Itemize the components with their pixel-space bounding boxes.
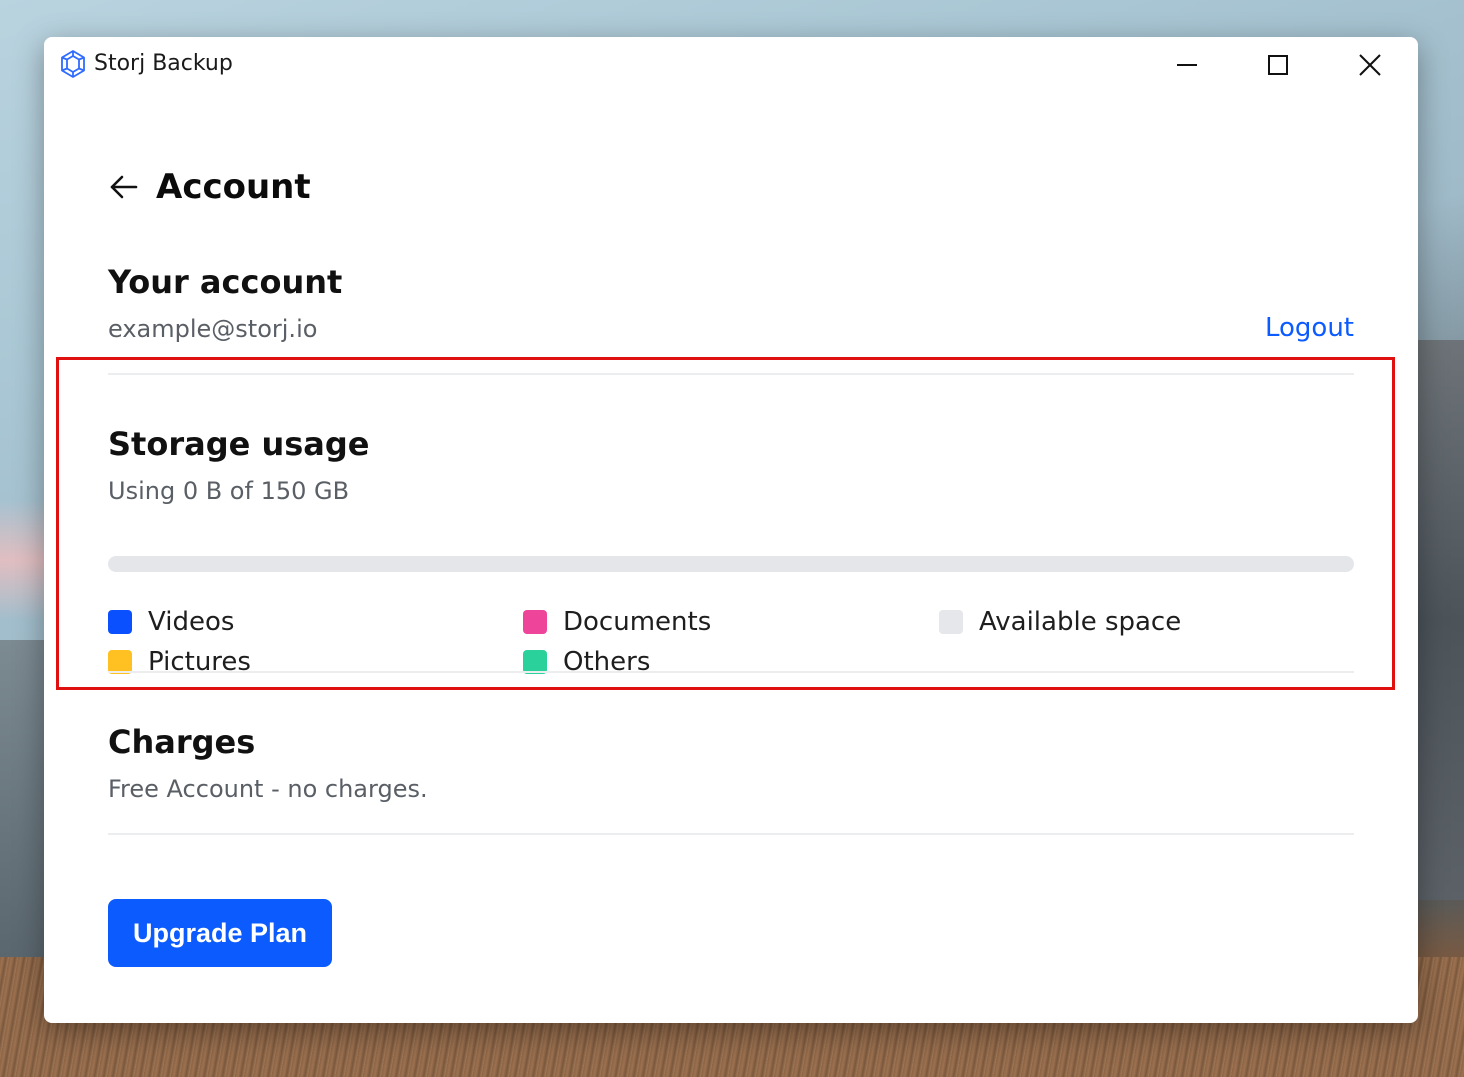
divider-charges bbox=[108, 833, 1354, 835]
legend-label-videos: Videos bbox=[148, 607, 235, 637]
storj-logo-icon bbox=[61, 50, 85, 78]
close-button[interactable] bbox=[1324, 37, 1416, 93]
legend-item-available-space: Available space bbox=[939, 607, 1181, 637]
your-account-title: Your account bbox=[108, 263, 343, 301]
upgrade-plan-button[interactable]: Upgrade Plan bbox=[108, 899, 332, 967]
account-email: example@storj.io bbox=[108, 315, 318, 343]
legend-swatch-available-space bbox=[939, 610, 963, 634]
storage-usage-text: Using 0 B of 150 GB bbox=[108, 477, 350, 505]
legend-label-documents: Documents bbox=[563, 607, 712, 637]
app-window: Storj Backup Account Your account exampl… bbox=[44, 37, 1418, 1023]
title-bar[interactable]: Storj Backup bbox=[44, 37, 1418, 97]
logout-link[interactable]: Logout bbox=[1265, 313, 1354, 343]
charges-title: Charges bbox=[108, 723, 256, 761]
legend-label-available-space: Available space bbox=[979, 607, 1182, 637]
minimize-button[interactable] bbox=[1141, 37, 1233, 93]
minimize-icon bbox=[1177, 64, 1197, 66]
arrow-left-icon[interactable] bbox=[108, 171, 140, 203]
storage-usage-title: Storage usage bbox=[108, 425, 370, 463]
divider-account bbox=[108, 373, 1354, 375]
page-title: Account bbox=[156, 167, 311, 207]
legend-swatch-documents bbox=[523, 610, 547, 634]
maximize-button[interactable] bbox=[1232, 37, 1324, 93]
page-header: Account bbox=[108, 167, 311, 207]
legend-swatch-videos bbox=[108, 610, 132, 634]
app-title: Storj Backup bbox=[94, 51, 233, 76]
legend-item-documents: Documents bbox=[523, 607, 711, 637]
close-icon bbox=[1359, 54, 1381, 76]
storage-progress-bar bbox=[108, 556, 1354, 572]
maximize-icon bbox=[1268, 55, 1288, 75]
legend-item-videos: Videos bbox=[108, 607, 234, 637]
charges-text: Free Account - no charges. bbox=[108, 775, 428, 803]
divider-storage bbox=[108, 671, 1354, 673]
